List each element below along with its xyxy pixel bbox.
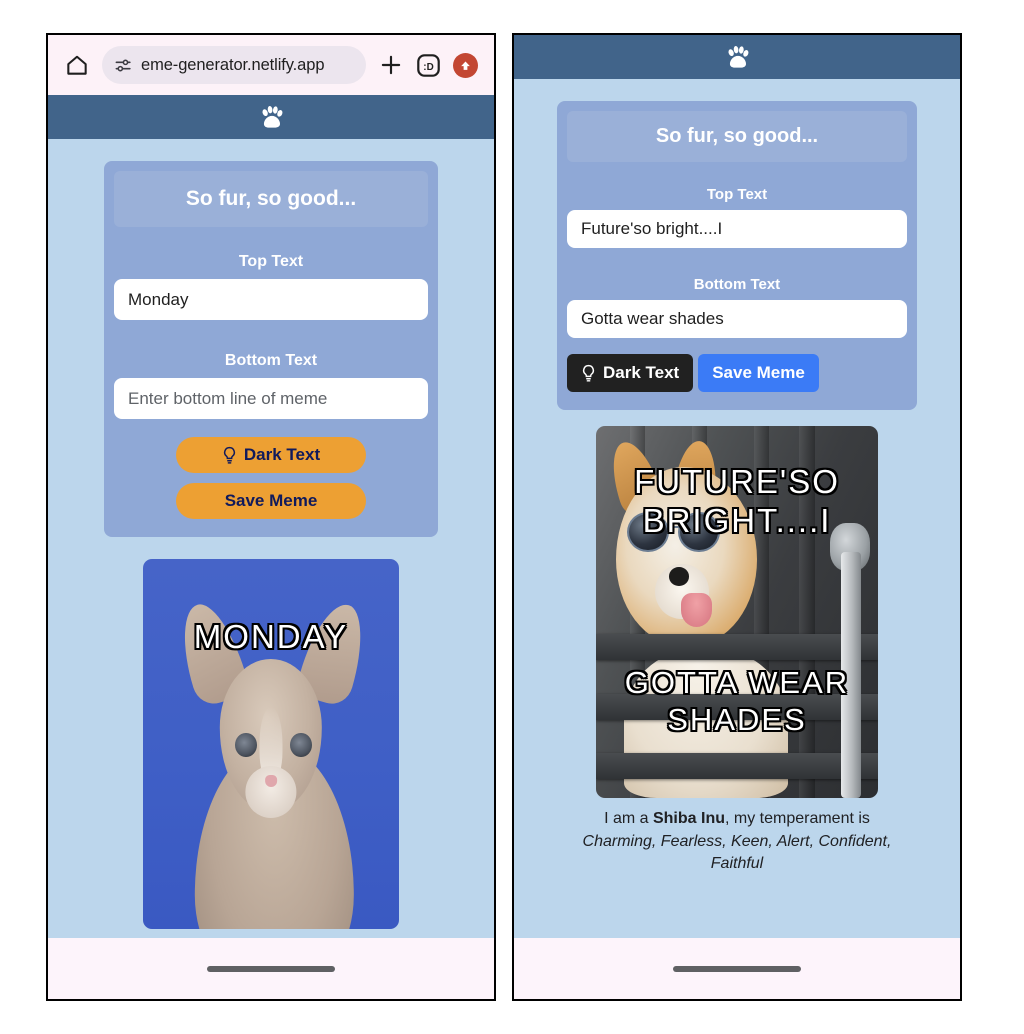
bottom-text-label: Bottom Text	[693, 276, 781, 293]
paw-icon	[724, 45, 751, 70]
address-bar[interactable]: eme-generator.netlify.app	[102, 46, 366, 84]
dark-text-button-label: Dark Text	[243, 445, 321, 464]
bottom-text-field-group: Bottom Text	[567, 276, 907, 338]
top-text-label: Top Text	[238, 253, 304, 270]
new-tab-button[interactable]	[378, 52, 404, 78]
app-header	[514, 35, 960, 79]
phone-frame-right: So fur, so good... Top Text Bottom Text	[512, 33, 962, 1001]
top-text-input[interactable]	[567, 210, 907, 248]
breed-caption-prefix: I am a	[604, 810, 653, 827]
dark-text-button[interactable]: Dark Text	[176, 437, 366, 473]
save-meme-button-label: Save Meme	[224, 491, 318, 510]
home-indicator[interactable]	[673, 965, 801, 972]
browser-toolbar: eme-generator.netlify.app :D	[48, 35, 494, 95]
tab-count-label: :D	[423, 61, 433, 72]
home-icon[interactable]	[64, 52, 90, 78]
lightbulb-icon	[222, 446, 237, 465]
home-indicator[interactable]	[207, 965, 335, 972]
bottom-text-field-group: Bottom Text	[114, 352, 428, 419]
save-meme-button[interactable]: Save Meme	[176, 483, 366, 519]
form-actions: Dark Text Save Meme	[567, 354, 907, 392]
upload-arrow-icon[interactable]	[453, 52, 478, 78]
phone-frame-left: eme-generator.netlify.app :D So fur, so …	[46, 33, 496, 1001]
app-title-banner: So fur, so good...	[567, 111, 907, 162]
meme-preview-wrap-left: MONDAY	[104, 537, 438, 929]
meme-form-panel: So fur, so good... Top Text Bottom Text	[104, 161, 438, 537]
bottom-text-input[interactable]	[567, 300, 907, 338]
breed-name: Shiba Inu	[652, 810, 725, 827]
meme-card[interactable]: FUTURE'SO BRIGHT....I GOTTA WEAR SHADES	[596, 426, 878, 798]
breed-caption-middle: , my temperament is	[724, 810, 870, 827]
breed-caption: I am a Shiba Inu, my temperament is Char…	[557, 798, 917, 876]
screenshot-stage: eme-generator.netlify.app :D So fur, so …	[0, 0, 1024, 1034]
app-title-banner: So fur, so good...	[114, 171, 428, 227]
meme-preview-wrap-right: FUTURE'SO BRIGHT....I GOTTA WEAR SHADES	[557, 410, 917, 798]
app-body-left: So fur, so good... Top Text Bottom Text	[48, 139, 494, 929]
top-text-label: Top Text	[706, 186, 768, 203]
top-text-field-group: Top Text	[567, 186, 907, 248]
top-text-input[interactable]	[114, 279, 428, 320]
tab-switcher-button[interactable]: :D	[416, 53, 441, 78]
breed-temperament: Charming, Fearless, Keen, Alert, Confide…	[582, 832, 892, 873]
bottom-text-label: Bottom Text	[224, 352, 318, 369]
home-indicator-area	[48, 938, 494, 999]
tune-permissions-icon[interactable]	[114, 56, 133, 75]
dark-text-button[interactable]: Dark Text	[567, 354, 694, 392]
save-meme-button[interactable]: Save Meme	[698, 354, 819, 392]
meme-photo-cat	[143, 559, 399, 929]
address-bar-url: eme-generator.netlify.app	[141, 55, 325, 74]
app-header	[48, 95, 494, 139]
home-indicator-area	[514, 938, 960, 999]
paw-icon	[258, 105, 285, 130]
app-body-right: So fur, so good... Top Text Bottom Text	[514, 79, 960, 876]
meme-photo-shiba	[596, 426, 878, 798]
top-text-field-group: Top Text	[114, 253, 428, 320]
bottom-text-input[interactable]	[114, 378, 428, 419]
dark-text-button-label: Dark Text	[603, 363, 680, 382]
meme-form-panel: So fur, so good... Top Text Bottom Text	[557, 101, 917, 410]
form-actions: Dark Text Save Meme	[114, 437, 428, 519]
app-viewport-left: So fur, so good... Top Text Bottom Text	[48, 95, 494, 966]
lightbulb-icon	[581, 364, 596, 383]
save-meme-button-label: Save Meme	[712, 363, 805, 382]
meme-card[interactable]: MONDAY	[143, 559, 399, 929]
app-viewport-right: So fur, so good... Top Text Bottom Text	[514, 35, 960, 966]
